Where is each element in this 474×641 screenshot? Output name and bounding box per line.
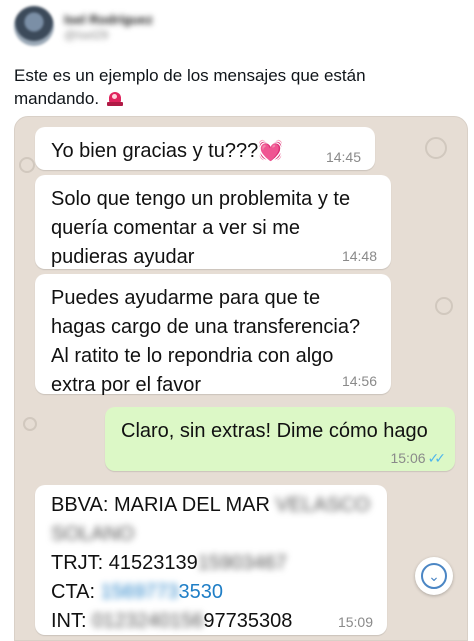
message-bubble-sent[interactable]: Claro, sin extras! Dime cómo hago 15:06 ✓… [105,407,455,471]
pink-heart-icon: 💓 [258,140,284,162]
message-bubble[interactable]: Solo que tengo un problemita y te quería… [35,175,391,269]
siren-icon [106,90,124,106]
card-number-blurred: 15903467 [197,552,287,574]
account-label: CTA: [51,581,101,603]
message-time: 15:06 ✓✓ [390,450,447,466]
clabe-label: INT: [51,610,93,632]
author-name[interactable]: Isel Rodríguez [64,12,153,27]
post-body: Este es un ejemplo de los mensajes que e… [14,66,366,108]
blurred-surname: VELASCO [275,494,370,516]
message-text: Yo bien gracias y tu??? [51,140,259,162]
time-label: 15:06 [390,450,426,466]
blurred-surname-2: SOLANO [51,523,135,545]
double-check-icon: ✓✓ [427,450,447,466]
post-header: Isel Rodríguez @Isel29 [14,6,454,48]
clabe-number: 97735308 [203,610,293,632]
message-time: 14:48 [341,248,377,264]
post-text: Este es un ejemplo de los mensajes que e… [14,64,454,110]
clabe-blurred: 0123240156 [92,610,204,632]
author-handle[interactable]: @Isel29 [64,28,108,42]
message-time: 15:09 [337,614,373,630]
message-text: Puedes ayudarme para que te hagas cargo … [51,287,361,396]
card-line: TRJT: 4152313915903467 [51,549,371,578]
card-label: TRJT: [51,552,109,574]
card-number: 41523139 [108,552,198,574]
bank-name-text: BBVA: MARIA DEL MAR [51,494,270,516]
account-number-link[interactable]: 3530 [179,581,224,603]
avatar[interactable] [14,6,54,46]
message-time: 14:45 [325,149,361,165]
message-text: Claro, sin extras! Dime cómo hago [121,420,428,442]
bank-line-2: SOLANO [51,520,371,549]
clabe-line: INT: 012324015697735308 [51,607,371,636]
message-bubble[interactable]: Yo bien gracias y tu???💓 14:45 [35,127,375,170]
chat-screenshot[interactable]: Yo bien gracias y tu???💓 14:45 Solo que … [14,116,468,641]
bank-details-bubble[interactable]: BBVA: MARIA DEL MAR VELASCO SOLANO TRJT:… [35,485,387,635]
message-bubble[interactable]: Puedes ayudarme para que te hagas cargo … [35,274,391,396]
bank-line-1: BBVA: MARIA DEL MAR VELASCO [51,491,371,520]
account-number-blurred: 1569773 [100,581,179,603]
scroll-down-button[interactable]: ⌄ [415,557,453,595]
account-line: CTA: 15697733530 [51,578,371,607]
message-time: 14:56 [341,373,377,389]
message-text: Solo que tengo un problemita y te quería… [51,188,351,268]
chevron-down-icon: ⌄ [421,563,447,589]
